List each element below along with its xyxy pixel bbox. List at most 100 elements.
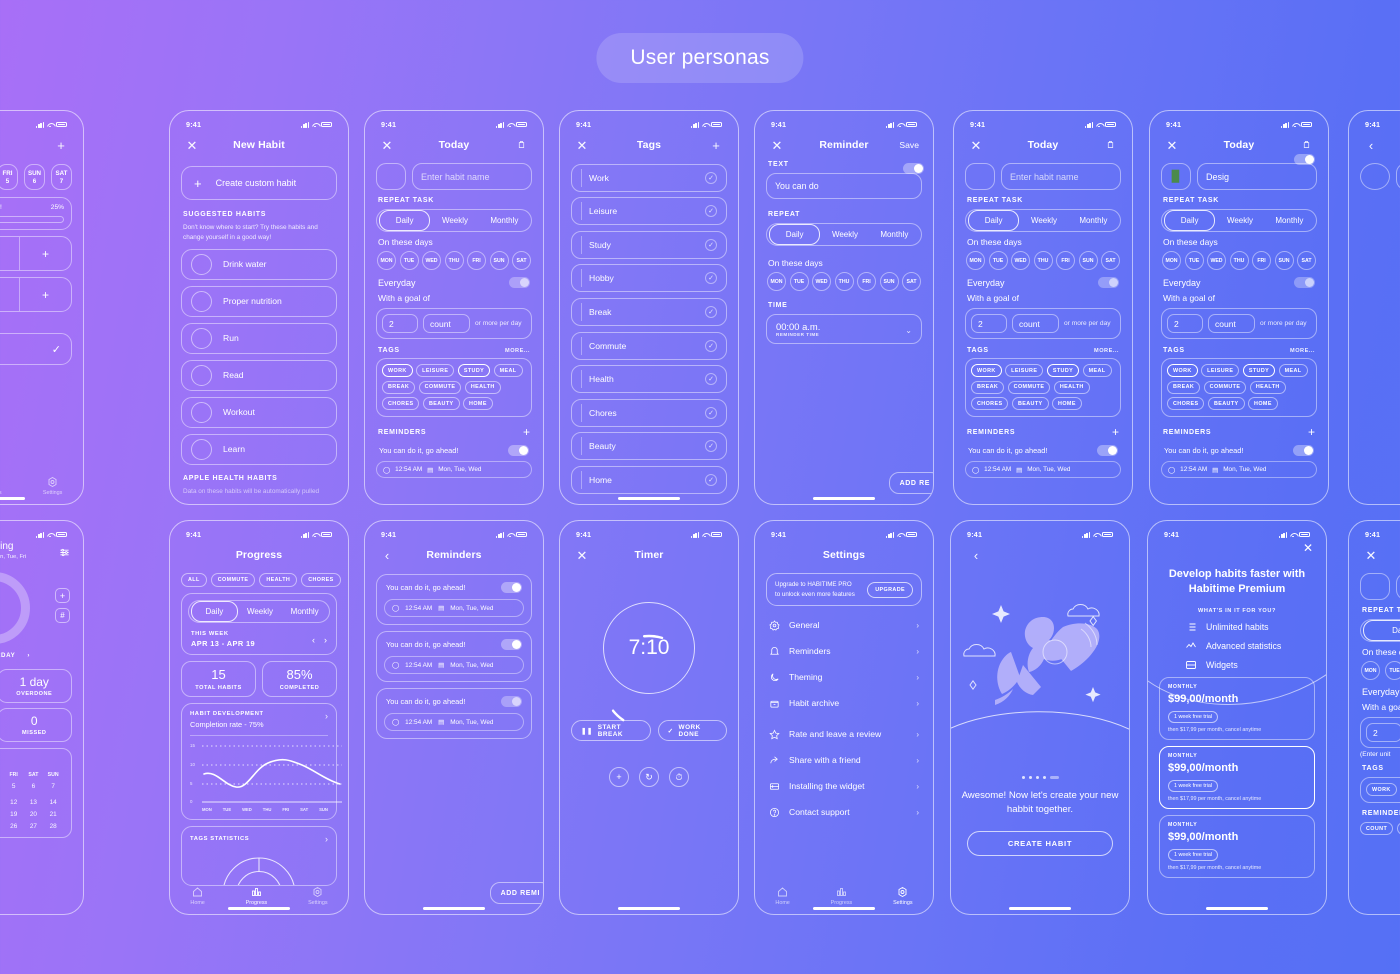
day-thu[interactable]: THU [444, 251, 464, 270]
close-icon[interactable]: ✕ [379, 139, 395, 152]
calendar[interactable]: January 2022 MON TUE WED THU FRI SAT SUN… [0, 748, 72, 838]
tab-settings[interactable]: Settings [893, 886, 913, 906]
goal-count-input[interactable]: 2 [382, 314, 418, 333]
settings-item-habit-archive[interactable]: Habit archive › [766, 690, 922, 716]
check-icon[interactable]: ✓ [705, 440, 717, 453]
tag-chip[interactable]: BREAK [971, 380, 1005, 394]
tag-chip[interactable]: COMMUTE [1203, 380, 1247, 394]
tag-chip[interactable]: STUDY [457, 364, 491, 377]
day-sat[interactable]: SAT [1297, 251, 1316, 270]
goal-count-input[interactable]: 2 [971, 314, 1007, 333]
habit-icon-picker[interactable] [1360, 163, 1390, 190]
chip-chores[interactable]: CHORES [301, 573, 341, 587]
tab-progress[interactable]: Progress [246, 886, 267, 906]
check-icon[interactable]: ✓ [705, 373, 717, 386]
tag-chip[interactable]: BREAK [1167, 380, 1201, 394]
settings-item-support[interactable]: Contact support › [766, 799, 922, 825]
plan-card[interactable]: MONTHLY $99,00/month 1 week free trial t… [1159, 676, 1315, 740]
reminder-toggle[interactable] [1293, 445, 1314, 456]
settings-item-share[interactable]: Share with a friend › [766, 747, 922, 773]
finished-habit-row[interactable]: Paint 10 min ✓ [0, 333, 72, 365]
tag-chip[interactable]: LEISURE [1201, 364, 1240, 377]
habit-icon-picker[interactable] [965, 163, 995, 190]
habit-increment-button[interactable]: + [19, 278, 71, 311]
chevron-right-icon[interactable]: › [325, 711, 328, 721]
segment-monthly[interactable]: Monthly [1069, 211, 1118, 230]
check-icon[interactable]: ✓ [705, 238, 717, 251]
tag-row[interactable]: Commute ✓ [571, 331, 727, 360]
reset-icon[interactable]: ↻ [639, 767, 659, 787]
day-selector[interactable]: MON TUE WED THU FRI SUN SAT [377, 251, 531, 270]
habit-enabled-toggle[interactable] [1294, 154, 1315, 165]
reminder-detail[interactable]: ◯ 12:54 AM ▤ Mon, Tue, Wed [1161, 461, 1317, 478]
reminder-enabled-toggle[interactable] [903, 163, 924, 174]
repeat-segmented-control[interactable]: Daily Weekly Monthly [766, 223, 922, 246]
calendar-day[interactable]: 26 [4, 823, 24, 830]
day-sun[interactable]: SUN [879, 272, 899, 291]
tag-chip[interactable]: WORK [1366, 783, 1397, 796]
close-icon[interactable]: ✕ [184, 139, 200, 152]
trash-icon[interactable] [1102, 139, 1118, 152]
calendar-day[interactable]: 5 [4, 783, 24, 794]
day-selector[interactable]: MON TUE WED THU FRI SUN SAT [1162, 251, 1316, 270]
suggested-habit-item[interactable]: Proper nutrition [181, 285, 337, 317]
tag-row[interactable]: Leisure ✓ [571, 197, 727, 226]
trash-icon[interactable] [513, 139, 529, 152]
day-wed[interactable]: WED [422, 251, 441, 270]
segment-monthly[interactable]: Monthly [282, 602, 327, 621]
suggested-habit-item[interactable]: Read [181, 359, 337, 391]
habit-name-input[interactable]: Enter habit name [1001, 163, 1121, 190]
stopwatch-icon[interactable]: ⏱ [669, 767, 689, 787]
reminder-toggle[interactable] [508, 445, 529, 456]
calendar-day[interactable]: 21 [43, 811, 63, 818]
reminder-card[interactable]: You can do it, go ahead! ◯ 12:54 AM ▤ Mo… [376, 631, 532, 682]
timer-controls[interactable]: + ↻ ⏱ [571, 767, 727, 787]
habit-name-input[interactable]: Enter habit name [412, 163, 532, 190]
calendar-day[interactable]: 13 [24, 799, 44, 806]
next-day-button[interactable]: › [27, 652, 30, 659]
add-reminder-button[interactable]: + [1308, 425, 1315, 439]
calendar-day[interactable]: 6 [24, 783, 44, 794]
everyday-toggle[interactable] [1098, 277, 1119, 288]
create-custom-habit-button[interactable]: + Create custom habit [181, 166, 337, 200]
tab-bar[interactable]: Home Progress Settings [170, 886, 348, 906]
goal-unit-input[interactable]: count [1012, 314, 1059, 333]
day-sun[interactable]: SUN [1274, 251, 1294, 270]
segment-weekly[interactable]: Weekly [430, 211, 479, 230]
tag-chip[interactable]: COMMUTE [418, 380, 462, 394]
segment-weekly[interactable]: Weekly [1019, 211, 1068, 230]
reminder-card[interactable]: You can do it, go ahead! ◯ 12:54 AM ▤ Mo… [376, 688, 532, 739]
suggested-habit-item[interactable]: Drink water [181, 248, 337, 280]
segment-weekly[interactable]: Weekly [1215, 211, 1264, 230]
tag-chip[interactable]: WORK [971, 364, 1002, 377]
tag-list[interactable]: WORK LEISURE STUDY MEAL BREAK COMMUTE HE… [376, 358, 532, 417]
tag-chip[interactable]: WORK [1167, 364, 1198, 377]
count-button[interactable]: # [55, 608, 70, 623]
segment-weekly[interactable]: Weekly [820, 225, 869, 244]
close-icon[interactable]: ✕ [574, 139, 590, 152]
repeat-segmented-control[interactable]: Daily Weekly Monthly [376, 209, 532, 232]
reminder-toggle[interactable] [501, 582, 522, 593]
day-fri[interactable]: FRI [1252, 251, 1271, 270]
check-icon[interactable]: ✓ [705, 205, 717, 218]
day-thu[interactable]: THU [834, 272, 854, 291]
tag-chip[interactable]: BREAK [382, 380, 416, 394]
add-reminder-button[interactable]: + [1112, 425, 1119, 439]
day-mon[interactable]: MON [1361, 661, 1380, 680]
goal-unit-input[interactable]: count [423, 314, 470, 333]
tag-row[interactable]: Study ✓ [571, 230, 727, 259]
segment-daily[interactable]: Daily [968, 210, 1020, 231]
tag-chip[interactable]: HEALTH [1249, 380, 1286, 394]
tag-row[interactable]: Break ✓ [571, 297, 727, 326]
tag-list[interactable]: WORK BREAK BEAUTY [1360, 777, 1400, 803]
reminder-detail[interactable]: ◯ 12:54 AM ▤ Mon, Tue, Wed [384, 656, 524, 674]
segment-monthly[interactable]: Monthly [480, 211, 529, 230]
back-icon[interactable]: ‹ [1363, 139, 1379, 152]
reminder-toggle[interactable] [1097, 445, 1118, 456]
day-tue[interactable]: TUE [988, 251, 1008, 270]
segment-daily[interactable]: Daily [379, 210, 431, 231]
tag-chip[interactable]: HOME [463, 397, 493, 410]
day-wed[interactable]: WED [812, 272, 831, 291]
goal-count-input[interactable]: 2 [1366, 723, 1400, 742]
settings-item-general[interactable]: General › [766, 612, 922, 638]
